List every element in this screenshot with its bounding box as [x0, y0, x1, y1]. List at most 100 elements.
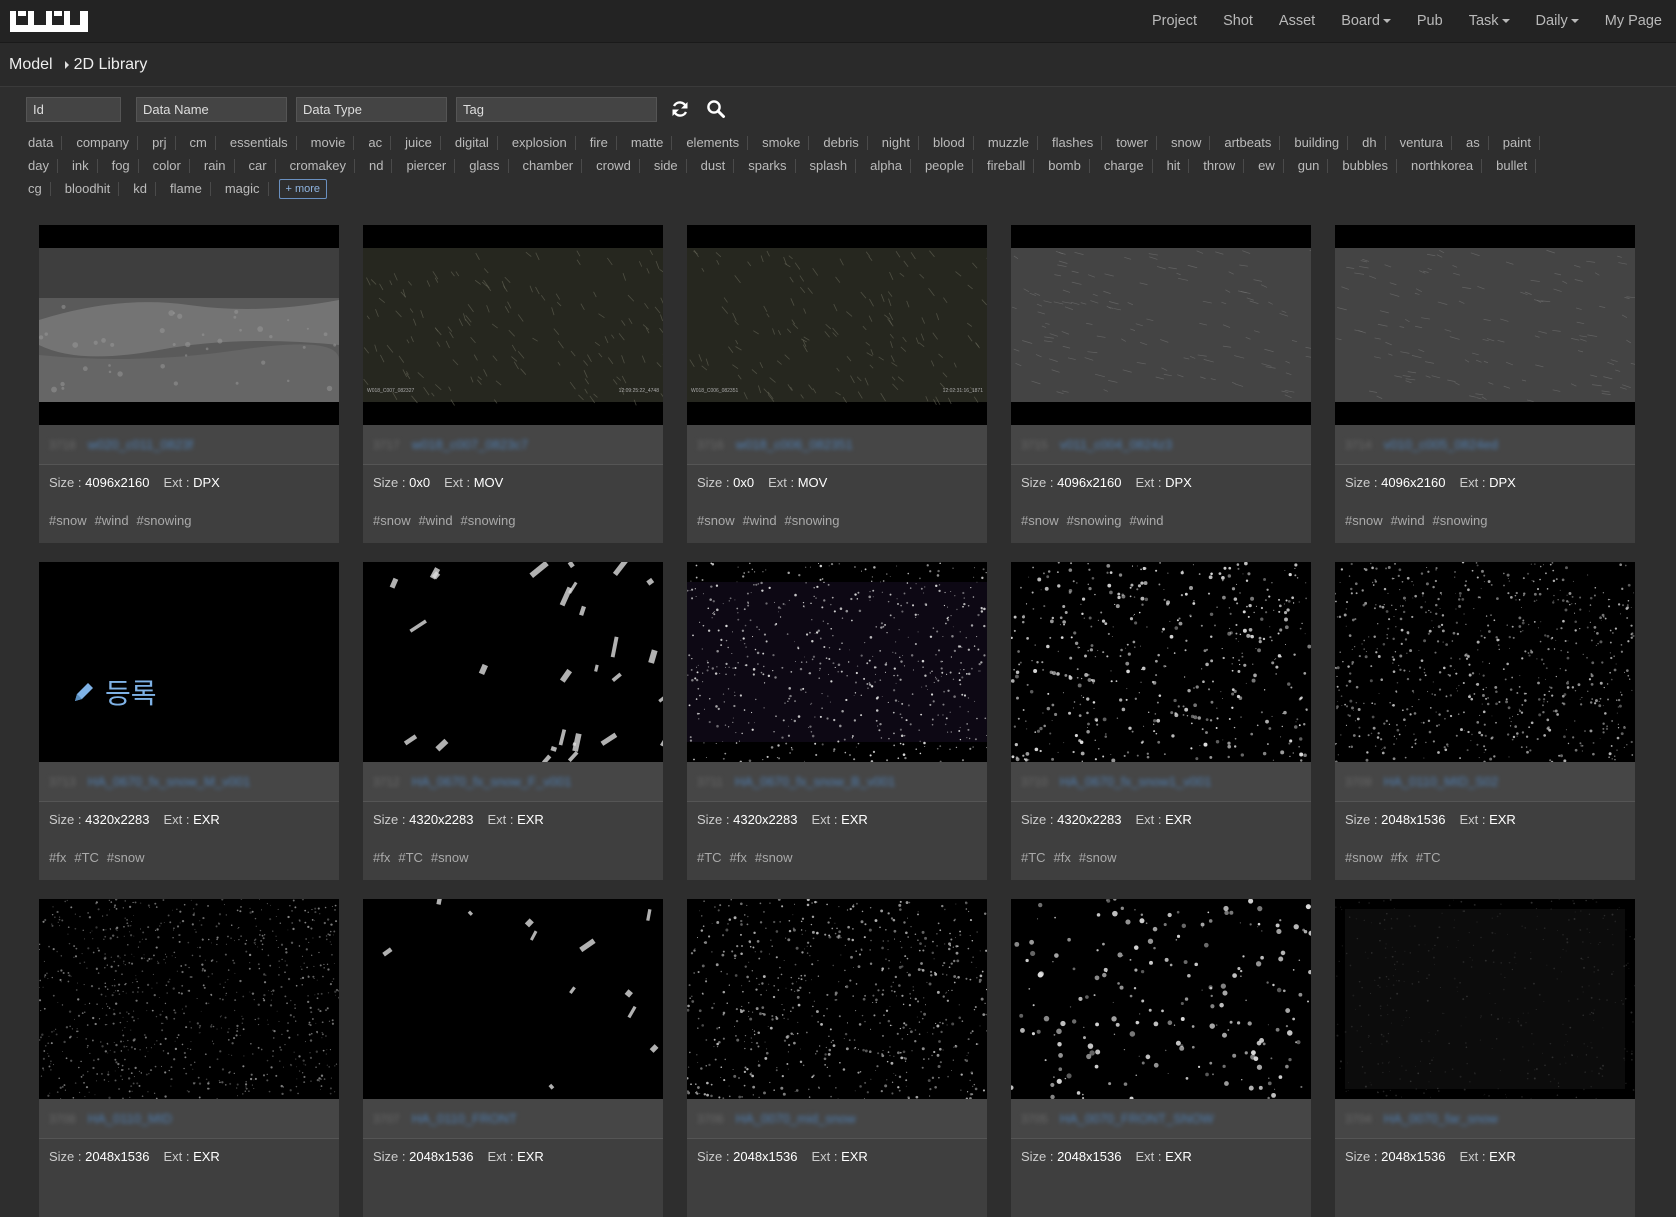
- tag-bullet[interactable]: bullet: [1490, 159, 1536, 173]
- card-tag[interactable]: #snow: [431, 850, 469, 865]
- nav-pub[interactable]: Pub: [1404, 0, 1456, 42]
- card-tag[interactable]: #snow: [1345, 850, 1383, 865]
- nav-my-page[interactable]: My Page: [1592, 0, 1676, 42]
- tag-fog[interactable]: fog: [106, 159, 139, 173]
- tag-elements[interactable]: elements: [680, 136, 748, 150]
- thumbnail[interactable]: [1335, 899, 1635, 1099]
- tag-splash[interactable]: splash: [804, 159, 857, 173]
- tag-night[interactable]: night: [876, 136, 919, 150]
- card-name-link[interactable]: w018_c007_0823c7: [412, 437, 528, 452]
- tag-day[interactable]: day: [22, 159, 58, 173]
- card-tag[interactable]: #snowing: [461, 513, 516, 528]
- tag-juice[interactable]: juice: [399, 136, 441, 150]
- tag-bubbles[interactable]: bubbles: [1336, 159, 1397, 173]
- tag-car[interactable]: car: [243, 159, 276, 173]
- library-card[interactable]: 3706HA_0070_mid_snowSize : 2048x1536Ext …: [687, 899, 987, 1217]
- thumbnail[interactable]: [1011, 225, 1311, 425]
- library-card[interactable]: 3710HA_0670_fx_snow1_v001Size : 4320x228…: [1011, 562, 1311, 880]
- tag-smoke[interactable]: smoke: [756, 136, 809, 150]
- tag-cromakey[interactable]: cromakey: [284, 159, 355, 173]
- card-name-link[interactable]: HA_0070_mid_snow: [736, 1111, 856, 1126]
- thumbnail[interactable]: [39, 899, 339, 1099]
- thumbnail[interactable]: W018_C007_08232712:09:25:22_4748: [363, 225, 663, 425]
- tag-rain[interactable]: rain: [198, 159, 235, 173]
- data-type-input[interactable]: [296, 97, 447, 122]
- card-tag[interactable]: #wind: [1130, 513, 1164, 528]
- tag-alpha[interactable]: alpha: [864, 159, 911, 173]
- id-input[interactable]: [26, 97, 121, 122]
- tag-piercer[interactable]: piercer: [400, 159, 455, 173]
- tag-explosion[interactable]: explosion: [506, 136, 576, 150]
- card-name-link[interactable]: HA_0110_MID_S02: [1384, 774, 1499, 789]
- card-tag[interactable]: #snow: [1079, 850, 1117, 865]
- tag-data[interactable]: data: [22, 136, 62, 150]
- card-tag[interactable]: #fx: [730, 850, 747, 865]
- thumbnail[interactable]: [1011, 562, 1311, 762]
- search-icon[interactable]: [706, 99, 726, 119]
- tag-prj[interactable]: prj: [146, 136, 175, 150]
- tag-northkorea[interactable]: northkorea: [1405, 159, 1482, 173]
- tag-nd[interactable]: nd: [363, 159, 392, 173]
- card-name-link[interactable]: HA_0110_MID: [88, 1111, 172, 1126]
- tag-flashes[interactable]: flashes: [1046, 136, 1102, 150]
- tag-ink[interactable]: ink: [66, 159, 98, 173]
- card-name-link[interactable]: HA_0070_far_snow: [1384, 1111, 1498, 1126]
- card-tag[interactable]: #fx: [1391, 850, 1408, 865]
- tag-input[interactable]: [456, 97, 657, 122]
- tag-movie[interactable]: movie: [305, 136, 355, 150]
- card-name-link[interactable]: w020_c011_0823f: [88, 437, 193, 452]
- card-tag[interactable]: #snow: [755, 850, 793, 865]
- card-tag[interactable]: #wind: [743, 513, 777, 528]
- thumbnail[interactable]: [1335, 562, 1635, 762]
- card-tag[interactable]: #TC: [398, 850, 423, 865]
- thumbnail[interactable]: W018_C006_08235112:02:31:16_1871: [687, 225, 987, 425]
- tag-paint[interactable]: paint: [1497, 136, 1540, 150]
- nav-task[interactable]: Task: [1456, 0, 1523, 42]
- tag-dh[interactable]: dh: [1356, 136, 1385, 150]
- tag-essentials[interactable]: essentials: [224, 136, 297, 150]
- library-card[interactable]: 3715v011_c004_0824z3Size : 4096x2160Ext …: [1011, 225, 1311, 543]
- card-tag[interactable]: #TC: [1416, 850, 1441, 865]
- card-name-link[interactable]: v010_c005_0824ed: [1384, 437, 1498, 452]
- nav-asset[interactable]: Asset: [1266, 0, 1328, 42]
- tag-flame[interactable]: flame: [164, 182, 211, 196]
- nav-shot[interactable]: Shot: [1210, 0, 1266, 42]
- card-tag[interactable]: #snow: [1021, 513, 1059, 528]
- library-card[interactable]: 3708HA_0110_MIDSize : 2048x1536Ext : EXR: [39, 899, 339, 1217]
- tag-snow[interactable]: snow: [1165, 136, 1210, 150]
- tag-ac[interactable]: ac: [362, 136, 391, 150]
- card-tag[interactable]: #snowing: [1433, 513, 1488, 528]
- nav-project[interactable]: Project: [1139, 0, 1210, 42]
- data-name-input[interactable]: [136, 97, 287, 122]
- tag-matte[interactable]: matte: [625, 136, 673, 150]
- tag-kd[interactable]: kd: [127, 182, 156, 196]
- thumbnail[interactable]: [39, 225, 339, 425]
- tag-crowd[interactable]: crowd: [590, 159, 640, 173]
- thumbnail[interactable]: [1335, 225, 1635, 425]
- tag-side[interactable]: side: [648, 159, 687, 173]
- thumbnail[interactable]: [363, 562, 663, 762]
- tag-glass[interactable]: glass: [463, 159, 508, 173]
- tag-company[interactable]: company: [70, 136, 138, 150]
- tag-sparks[interactable]: sparks: [742, 159, 795, 173]
- tag-color[interactable]: color: [147, 159, 190, 173]
- tag-gun[interactable]: gun: [1292, 159, 1329, 173]
- tag-ew[interactable]: ew: [1252, 159, 1284, 173]
- thumbnail[interactable]: [363, 899, 663, 1099]
- library-card[interactable]: W018_C007_08232712:09:25:22_47483717w018…: [363, 225, 663, 543]
- tag-magic[interactable]: magic: [219, 182, 269, 196]
- tag-dust[interactable]: dust: [695, 159, 735, 173]
- card-tag[interactable]: #TC: [74, 850, 99, 865]
- tag-ventura[interactable]: ventura: [1394, 136, 1452, 150]
- library-card[interactable]: 등록3713HA_0670_fx_snow_M_v001Size : 4320x…: [39, 562, 339, 880]
- card-tag[interactable]: #snow: [697, 513, 735, 528]
- card-name-link[interactable]: HA_0070_FRONT_SNOW: [1060, 1111, 1214, 1126]
- library-card[interactable]: 3705HA_0070_FRONT_SNOWSize : 2048x1536Ex…: [1011, 899, 1311, 1217]
- tag-fire[interactable]: fire: [584, 136, 617, 150]
- card-tag[interactable]: #TC: [1021, 850, 1046, 865]
- breadcrumb-root[interactable]: Model: [9, 56, 53, 74]
- card-name-link[interactable]: HA_0670_fx_snow_M_v001: [88, 774, 251, 789]
- tag-as[interactable]: as: [1460, 136, 1489, 150]
- tag-cm[interactable]: cm: [184, 136, 216, 150]
- card-tag[interactable]: #wind: [419, 513, 453, 528]
